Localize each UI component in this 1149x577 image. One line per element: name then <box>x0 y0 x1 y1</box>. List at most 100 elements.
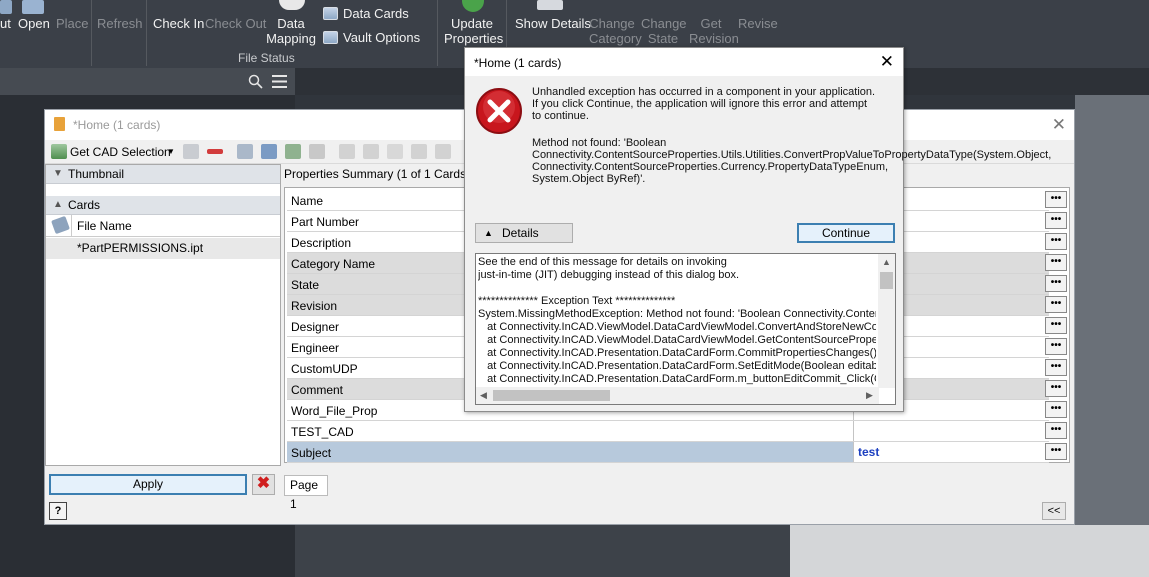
vault-options-icon <box>323 31 338 44</box>
open-icon <box>22 0 44 14</box>
ellipsis-button[interactable]: ••• <box>1045 443 1067 460</box>
prev-page-icon[interactable] <box>363 144 379 159</box>
last-page-icon[interactable] <box>435 144 451 159</box>
tag-icon <box>51 215 70 235</box>
property-name: Engineer <box>291 341 340 355</box>
first-page-icon[interactable] <box>339 144 355 159</box>
find-icon[interactable] <box>285 144 301 159</box>
thumbnail-section-header[interactable]: ▼ Thumbnail <box>46 165 280 184</box>
ellipsis-button[interactable]: ••• <box>1045 254 1067 271</box>
datacard-title: *Home (1 cards) <box>73 118 161 132</box>
property-value[interactable] <box>853 421 1049 441</box>
model-view-background <box>1075 95 1149 577</box>
change-category-button[interactable]: Change Category <box>589 16 642 46</box>
collapse-button[interactable]: << <box>1042 502 1066 520</box>
data-cards-button[interactable]: Data Cards <box>323 6 409 21</box>
copy-icon[interactable] <box>309 144 325 159</box>
hamburger-menu-icon[interactable] <box>272 75 287 88</box>
ellipsis-button[interactable]: ••• <box>1045 191 1067 208</box>
cards-section-header[interactable]: ▲ Cards <box>46 196 280 215</box>
property-name: Name <box>291 194 324 208</box>
browser-header <box>0 68 295 95</box>
vault-options-label: Vault Options <box>343 30 421 45</box>
scroll-left-icon[interactable]: ◀ <box>480 390 487 401</box>
checkout-icon <box>0 0 12 14</box>
property-name: Designer <box>291 320 340 334</box>
app-logo-icon <box>54 117 65 131</box>
chevron-down-icon: ▼ <box>53 168 63 179</box>
check-in-button[interactable]: Check In <box>153 16 204 31</box>
ungroup-icon[interactable] <box>261 144 277 159</box>
ellipsis-button[interactable]: ••• <box>1045 233 1067 250</box>
scroll-right-icon[interactable]: ▶ <box>866 390 873 401</box>
get-cad-selection-button[interactable]: Get CAD Selection <box>70 143 171 161</box>
help-button[interactable]: ? <box>49 502 67 520</box>
horizontal-scrollbar[interactable]: ◀ ▶ <box>476 387 879 404</box>
page-tab[interactable]: Page 1 <box>284 475 328 511</box>
details-button[interactable]: ▲ Details <box>475 223 573 243</box>
check-out-button[interactable]: Check Out <box>205 16 266 31</box>
refresh-icon[interactable] <box>183 144 199 159</box>
search-icon[interactable] <box>248 74 263 89</box>
scroll-up-icon[interactable]: ▲ <box>882 257 891 267</box>
remove-icon[interactable] <box>207 149 223 154</box>
close-icon[interactable]: ✕ <box>880 52 894 72</box>
apply-button[interactable]: Apply <box>49 474 247 495</box>
properties-summary-label: Properties Summary (1 of 1 Cards): <box>284 167 474 181</box>
chevron-up-icon: ▲ <box>484 228 493 238</box>
data-mapping-button[interactable]: Data Mapping <box>266 16 316 46</box>
ellipsis-button[interactable]: ••• <box>1045 296 1067 313</box>
scroll-thumb[interactable] <box>880 272 893 289</box>
ribbon-button-cut[interactable]: ut <box>0 16 11 31</box>
update-properties-button[interactable]: Update Properties <box>444 16 503 46</box>
show-details-button[interactable]: Show Details <box>515 16 591 31</box>
error-detail-message: Method not found: 'Boolean Connectivity.… <box>532 137 1052 185</box>
property-name: State <box>291 278 320 292</box>
group-icon[interactable] <box>237 144 253 159</box>
close-icon[interactable]: ✕ <box>1052 115 1066 135</box>
ellipsis-button[interactable]: ••• <box>1045 275 1067 292</box>
refresh-button[interactable]: Refresh <box>97 16 143 31</box>
ribbon-separator <box>91 0 92 66</box>
list-item[interactable]: *PartPERMISSIONS.ipt <box>46 238 280 259</box>
ellipsis-button[interactable]: ••• <box>1045 317 1067 334</box>
open-button[interactable]: Open <box>18 16 50 31</box>
ellipsis-button[interactable]: ••• <box>1045 212 1067 229</box>
table-row[interactable]: TEST_CAD <box>287 421 1049 442</box>
next-page-icon[interactable] <box>411 144 427 159</box>
cards-pane: ▼ Thumbnail ▲ Cards File Name *PartPERMI… <box>45 164 281 466</box>
details-textbox[interactable]: See the end of this message for details … <box>475 253 896 405</box>
property-name: Revision <box>291 299 338 313</box>
cancel-icon[interactable]: ✖ <box>252 474 275 495</box>
update-properties-icon <box>462 0 484 12</box>
model-plate <box>790 525 1149 577</box>
ellipsis-button[interactable]: ••• <box>1045 380 1067 397</box>
property-name: Part Number <box>291 215 360 229</box>
property-value[interactable]: test <box>853 442 1049 462</box>
ellipsis-button[interactable]: ••• <box>1045 359 1067 376</box>
continue-button[interactable]: Continue <box>797 223 895 243</box>
table-row[interactable]: Subject test <box>287 442 1049 463</box>
place-button[interactable]: Place <box>56 16 89 31</box>
change-state-button[interactable]: Change State <box>641 16 687 46</box>
thumbnail-header-label: Thumbnail <box>68 167 125 181</box>
error-icon <box>476 88 522 134</box>
home-icon[interactable] <box>387 144 403 159</box>
chevron-down-icon[interactable]: ▼ <box>167 143 175 161</box>
dialog-titlebar: *Home (1 cards) ✕ <box>465 48 903 76</box>
ellipsis-button[interactable]: ••• <box>1045 401 1067 418</box>
scroll-thumb[interactable] <box>493 390 610 401</box>
vault-options-button[interactable]: Vault Options <box>323 30 420 45</box>
dialog-title: *Home (1 cards) <box>474 56 562 70</box>
show-details-icon <box>537 0 563 10</box>
ellipsis-button[interactable]: ••• <box>1045 422 1067 439</box>
revise-button[interactable]: Revise <box>738 16 778 31</box>
ribbon-separator <box>437 0 438 66</box>
error-message: Unhandled exception has occurred in a co… <box>532 86 876 122</box>
ribbon-separator <box>146 0 147 66</box>
vertical-scrollbar[interactable]: ▲ <box>878 254 895 388</box>
ellipsis-button[interactable]: ••• <box>1045 338 1067 355</box>
get-revision-button[interactable]: Get Revision <box>689 16 739 46</box>
file-list-header: File Name <box>46 215 280 237</box>
file-name-column-header[interactable]: File Name <box>77 219 132 233</box>
